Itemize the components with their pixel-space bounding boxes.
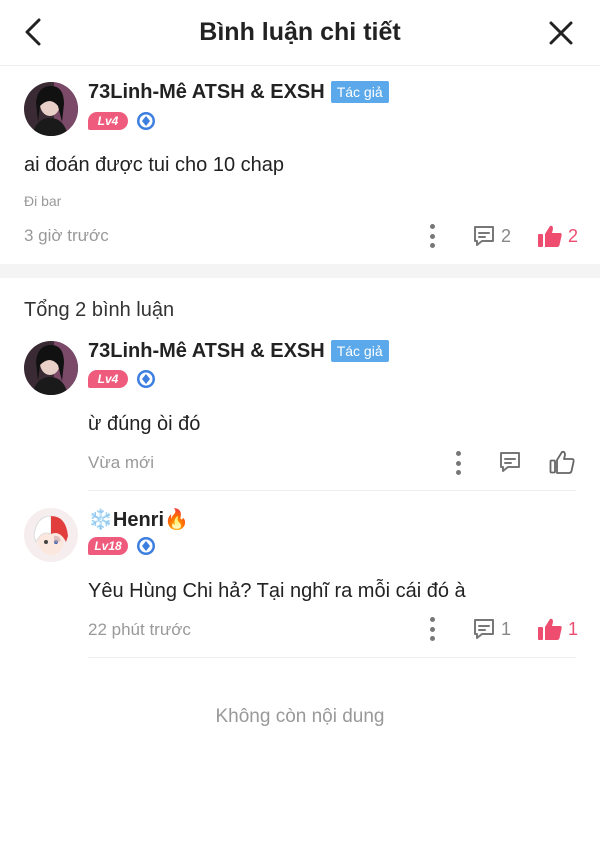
reply-text: Yêu Hùng Chi hả? Tại nghĩ ra mỗi cái đó … — [88, 580, 466, 602]
dot-icon — [455, 451, 461, 456]
user-badges: Lv4 — [88, 110, 156, 132]
thumbs-up-outline-icon — [549, 450, 575, 474]
author-tag: Tác giả — [330, 81, 389, 103]
like-count: 2 — [568, 225, 579, 246]
vip-gem-icon — [137, 370, 155, 388]
dot-icon — [429, 636, 435, 641]
dot-icon — [455, 470, 461, 475]
like-count: 1 — [568, 618, 579, 639]
author-tag: Tác giả — [330, 340, 389, 362]
divider — [88, 657, 576, 658]
more-options-button[interactable] — [425, 224, 439, 248]
level-badge: Lv18 — [88, 537, 128, 555]
comment-text: ai đoán được tui cho 10 chap — [24, 154, 285, 176]
like-button[interactable]: 2 — [537, 222, 578, 250]
vip-gem-icon — [137, 537, 155, 555]
reply-button[interactable]: 2 — [472, 222, 511, 250]
dot-icon — [429, 233, 435, 239]
close-icon — [549, 21, 573, 45]
reply-text: ừ đúng òi đó — [88, 413, 201, 435]
dot-icon — [429, 243, 435, 248]
thumbs-up-filled-icon — [538, 225, 562, 247]
reply-button[interactable]: 1 — [472, 615, 511, 643]
close-button[interactable] — [546, 18, 576, 48]
comment-icon — [474, 226, 494, 246]
dot-icon — [455, 460, 461, 466]
vip-gem-icon — [137, 112, 155, 130]
section-separator — [0, 264, 600, 278]
reply-time: Vừa mới — [88, 453, 154, 472]
username[interactable]: ❄️Henri🔥 — [88, 507, 189, 532]
thumbs-up-filled-icon — [538, 618, 562, 640]
divider — [88, 490, 576, 491]
username[interactable]: 73Linh-Mê ATSH & EXSH — [88, 81, 325, 104]
user-badges: Lv4 — [88, 368, 156, 390]
user-badges: Lv18 — [88, 535, 156, 557]
end-of-list-text: Không còn nội dung — [215, 706, 385, 727]
reply-count: 1 — [501, 618, 512, 639]
reply-count: 2 — [501, 225, 512, 246]
level-badge: Lv4 — [88, 370, 128, 388]
comment-icon — [474, 619, 494, 639]
comment-icon — [500, 452, 520, 472]
avatar[interactable] — [24, 82, 78, 136]
like-button[interactable]: 1 — [537, 615, 578, 643]
more-options-button[interactable] — [425, 617, 439, 641]
username[interactable]: 73Linh-Mê ATSH & EXSH — [88, 340, 325, 363]
total-comments-label: Tổng 2 bình luận — [24, 299, 175, 321]
reply-button[interactable] — [498, 448, 522, 476]
more-options-button[interactable] — [451, 451, 465, 475]
dot-icon — [429, 617, 435, 622]
username-row: 73Linh-Mê ATSH & EXSH Tác giả — [88, 337, 389, 365]
comment-time: 3 giờ trước — [24, 226, 109, 245]
username-row: ❄️Henri🔥 — [88, 505, 189, 533]
dot-icon — [429, 224, 435, 229]
username-row: 73Linh-Mê ATSH & EXSH Tác giả — [88, 78, 389, 106]
level-badge: Lv4 — [88, 112, 128, 130]
avatar[interactable] — [24, 341, 78, 395]
comment-source: Đi bar — [24, 193, 62, 209]
avatar[interactable] — [24, 508, 78, 562]
reply-time: 22 phút trước — [88, 620, 191, 639]
like-button[interactable] — [549, 448, 575, 476]
dot-icon — [429, 626, 435, 632]
header-bar: Bình luận chi tiết — [0, 0, 600, 66]
page-title: Bình luận chi tiết — [199, 18, 401, 46]
